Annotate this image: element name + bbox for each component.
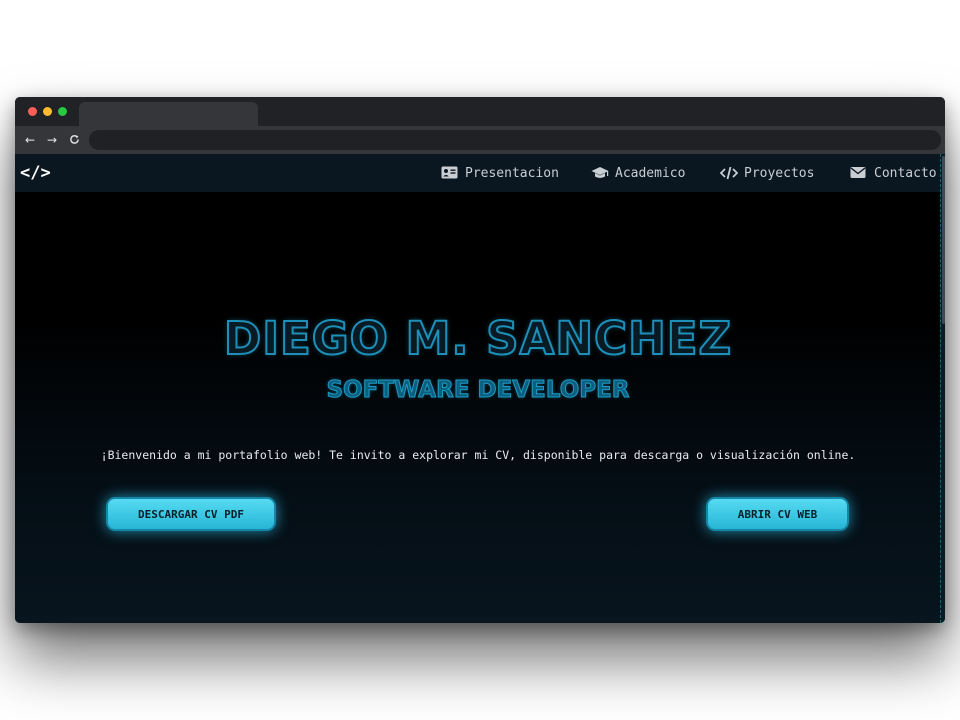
- nav-item-contacto-label: Contacto: [874, 165, 937, 181]
- reload-button[interactable]: [66, 132, 82, 148]
- nav-item-proyectos-label: Proyectos: [744, 165, 815, 181]
- graduation-cap-icon: [591, 166, 609, 180]
- nav-item-contacto[interactable]: Contacto: [850, 164, 937, 182]
- open-web-cv-button-label: ABRIR CV WEB: [737, 507, 818, 521]
- nav-item-proyectos[interactable]: Proyectos: [719, 164, 815, 182]
- page-viewport: </> Presentacion Academico Proyectos Con…: [15, 154, 945, 623]
- maximize-window-button[interactable]: [58, 107, 67, 116]
- open-web-cv-button[interactable]: ABRIR CV WEB: [706, 497, 849, 531]
- id-card-icon: [441, 166, 458, 180]
- back-button[interactable]: ←: [22, 132, 38, 148]
- page-scrollbar[interactable]: [940, 154, 945, 623]
- arrow-left-icon: ←: [24, 133, 36, 147]
- nav-item-presentacion-label: Presentacion: [465, 165, 559, 181]
- site-logo[interactable]: </>: [20, 163, 51, 183]
- reload-icon: [69, 135, 79, 144]
- envelope-icon: [850, 166, 867, 180]
- browser-window: ← → </> Presentacion Academico Proyectos…: [15, 97, 945, 623]
- address-bar[interactable]: [89, 130, 941, 150]
- arrow-right-icon: →: [46, 133, 58, 147]
- forward-button[interactable]: →: [44, 132, 60, 148]
- browser-titlebar: [15, 97, 945, 126]
- download-cv-button[interactable]: DESCARGAR CV PDF: [106, 497, 276, 531]
- scrollbar-thumb[interactable]: [942, 156, 945, 324]
- close-window-button[interactable]: [28, 107, 37, 116]
- browser-toolbar: ← →: [15, 126, 945, 154]
- nav-item-academico-label: Academico: [615, 165, 686, 181]
- nav-item-academico[interactable]: Academico: [591, 164, 685, 182]
- browser-tab[interactable]: [79, 102, 258, 126]
- minimize-window-button[interactable]: [43, 107, 52, 116]
- download-cv-button-label: DESCARGAR CV PDF: [138, 507, 244, 521]
- hero-intro-text: ¡Bienvenido a mi portafolio web! Te invi…: [100, 448, 856, 462]
- hero-role-subtitle: SOFTWARE DEVELOPER: [326, 377, 630, 404]
- site-navbar: </> Presentacion Academico Proyectos Con…: [15, 154, 941, 192]
- nav-item-presentacion[interactable]: Presentacion: [441, 164, 559, 182]
- hero-name-heading: DIEGO M. SANCHEZ: [223, 311, 733, 366]
- screenshot-stage: ← → </> Presentacion Academico Proyectos…: [0, 0, 960, 720]
- code-icon: [719, 166, 739, 180]
